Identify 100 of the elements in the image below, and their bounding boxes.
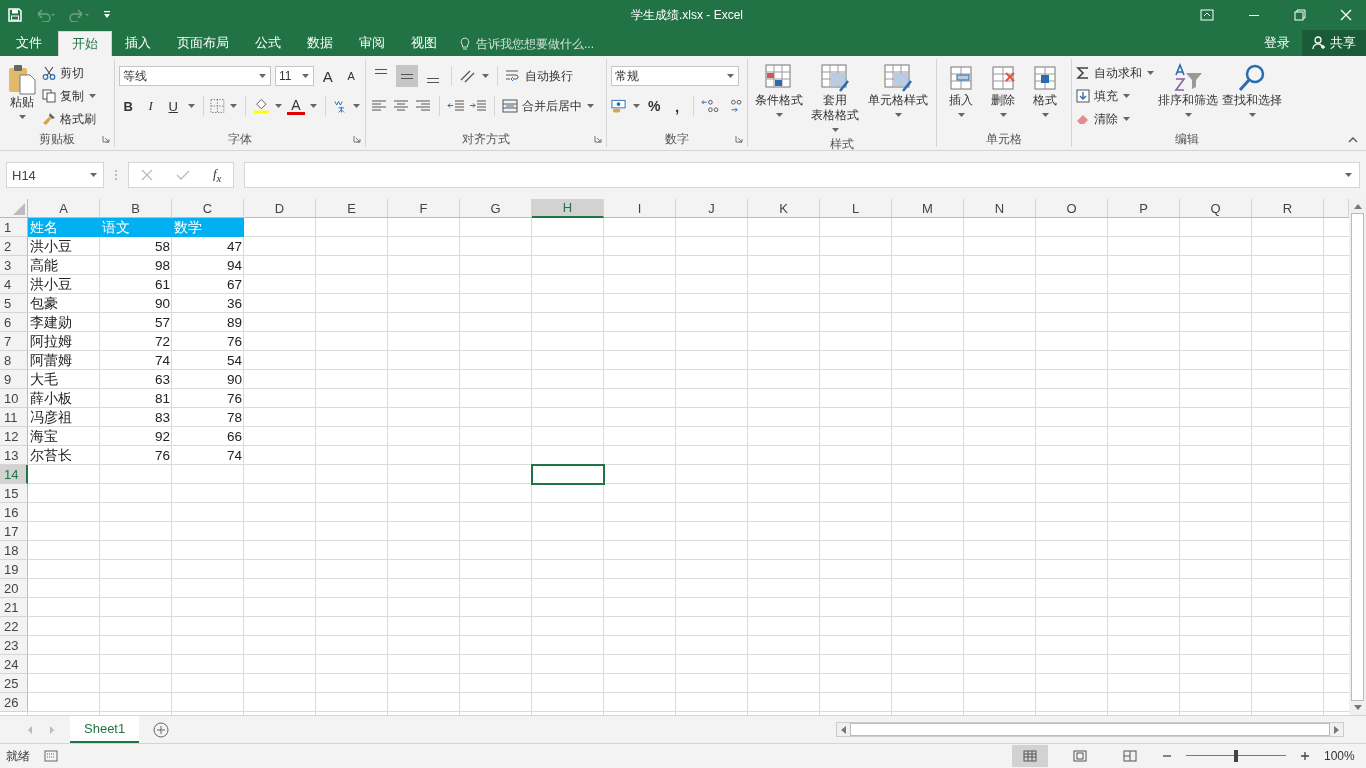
grow-font-button[interactable]: A	[318, 66, 338, 86]
format-painter-button[interactable]: 格式刷	[42, 109, 97, 129]
column-header[interactable]: C	[172, 199, 244, 218]
dialog-launcher-icon[interactable]	[735, 135, 743, 143]
row-header[interactable]: 1	[0, 218, 28, 237]
style-button[interactable]: 套用 表格格式	[808, 61, 863, 134]
row-header[interactable]: 13	[0, 446, 28, 465]
align-left-icon[interactable]	[370, 98, 388, 114]
collapse-ribbon-icon[interactable]	[1348, 136, 1358, 144]
cut-button[interactable]: 剪切	[42, 63, 97, 83]
zoom-in-icon[interactable]	[1300, 751, 1310, 761]
column-header[interactable]: G	[460, 199, 532, 218]
column-header[interactable]: N	[964, 199, 1036, 218]
find-select-button[interactable]: 查找和选择	[1221, 61, 1283, 129]
vertical-scrollbar[interactable]	[1349, 199, 1366, 715]
caret-icon[interactable]	[230, 104, 238, 108]
wrap-text-button[interactable]: 自动换行	[505, 66, 573, 86]
row-header[interactable]: 22	[0, 617, 28, 636]
zoom-slider-thumb[interactable]	[1234, 750, 1238, 762]
check-icon[interactable]	[175, 169, 190, 181]
currency-icon[interactable]	[611, 98, 628, 114]
macro-record-icon[interactable]	[44, 750, 58, 762]
column-header[interactable]: E	[316, 199, 388, 218]
align-right-icon[interactable]	[414, 98, 432, 114]
caret-icon[interactable]	[482, 74, 489, 78]
row-header[interactable]: 10	[0, 389, 28, 408]
ribbon-tab[interactable]: 数据	[294, 31, 346, 56]
shrink-font-button[interactable]: A	[341, 66, 361, 86]
caret-icon[interactable]	[632, 104, 640, 108]
column-header[interactable]: P	[1108, 199, 1180, 218]
row-header[interactable]: 18	[0, 541, 28, 560]
sign-in-link[interactable]: 登录	[1264, 34, 1290, 52]
percent-button[interactable]: %	[644, 96, 664, 116]
underline-button[interactable]: U	[164, 96, 183, 116]
dialog-launcher-icon[interactable]	[594, 135, 602, 143]
cells-button[interactable]: 插入	[941, 61, 981, 129]
name-box[interactable]: H14	[6, 162, 104, 188]
row-header[interactable]: 12	[0, 427, 28, 446]
column-header[interactable]: F	[388, 199, 460, 218]
scroll-down-icon[interactable]	[1353, 705, 1362, 711]
row-header[interactable]: 7	[0, 332, 28, 351]
increase-indent-icon[interactable]	[469, 98, 487, 114]
undo-icon[interactable]	[34, 8, 56, 22]
sort-filter-button[interactable]: 排序和筛选	[1157, 61, 1219, 129]
column-header[interactable]: D	[244, 199, 316, 218]
redo-icon[interactable]	[68, 8, 90, 22]
caret-icon[interactable]	[310, 104, 318, 108]
borders-icon[interactable]	[210, 98, 226, 114]
increase-decimal-icon[interactable]	[701, 98, 721, 114]
cells-button[interactable]: 删除	[983, 61, 1023, 129]
row-header[interactable]: 8	[0, 351, 28, 370]
font-color-button[interactable]: A	[286, 97, 306, 115]
font-name-field[interactable]: 等线	[119, 66, 271, 86]
dialog-launcher-icon[interactable]	[102, 135, 110, 143]
save-icon[interactable]	[8, 8, 22, 22]
row-header[interactable]: 3	[0, 256, 28, 275]
column-header[interactable]: I	[604, 199, 676, 218]
zoom-level[interactable]: 100%	[1324, 749, 1360, 763]
decrease-indent-icon[interactable]	[447, 98, 465, 114]
column-header[interactable]: H	[532, 199, 604, 218]
row-header[interactable]: 23	[0, 636, 28, 655]
bold-button[interactable]: B	[119, 96, 138, 116]
row-header[interactable]: 24	[0, 655, 28, 674]
row-header[interactable]: 9	[0, 370, 28, 389]
dialog-launcher-icon[interactable]	[353, 135, 361, 143]
comma-button[interactable]: ,	[667, 96, 687, 116]
ribbon-display-icon[interactable]	[1200, 9, 1214, 21]
add-sheet-icon[interactable]	[153, 721, 170, 738]
scroll-left-icon[interactable]	[840, 725, 846, 734]
fill-button[interactable]: 填充	[1076, 86, 1155, 106]
cells-button[interactable]: 格式	[1025, 61, 1065, 129]
ribbon-tab[interactable]: 开始	[58, 31, 112, 56]
autosum-button[interactable]: 自动求和	[1076, 63, 1155, 83]
copy-button[interactable]: 复制	[42, 86, 97, 106]
style-button[interactable]: 单元格样式	[864, 61, 932, 134]
font-size-field[interactable]: 11	[274, 66, 315, 86]
row-header[interactable]: 4	[0, 275, 28, 294]
align-center-icon[interactable]	[392, 98, 410, 114]
column-header[interactable]: Q	[1180, 199, 1252, 218]
column-header[interactable]: J	[676, 199, 748, 218]
column-header[interactable]: O	[1036, 199, 1108, 218]
scroll-right-icon[interactable]	[1334, 725, 1340, 734]
share-button[interactable]: 共享	[1302, 30, 1366, 56]
merge-center-button[interactable]: 合并后居中	[502, 96, 595, 116]
caret-icon[interactable]	[353, 104, 360, 108]
row-header[interactable]: 25	[0, 674, 28, 693]
row-header[interactable]: 5	[0, 294, 28, 313]
ribbon-tab[interactable]: 公式	[242, 31, 294, 56]
column-header[interactable]: K	[748, 199, 820, 218]
column-header[interactable]: R	[1252, 199, 1324, 218]
row-header[interactable]: 6	[0, 313, 28, 332]
row-header[interactable]: 11	[0, 408, 28, 427]
restore-icon[interactable]	[1294, 9, 1306, 21]
column-header[interactable]: B	[100, 199, 172, 218]
row-header[interactable]: 16	[0, 503, 28, 522]
ribbon-tab[interactable]: 审阅	[346, 31, 398, 56]
sheet-tab[interactable]: Sheet1	[70, 716, 140, 743]
fill-color-icon[interactable]	[253, 97, 270, 115]
row-header[interactable]: 21	[0, 598, 28, 617]
normal-view-button[interactable]	[1012, 745, 1048, 767]
